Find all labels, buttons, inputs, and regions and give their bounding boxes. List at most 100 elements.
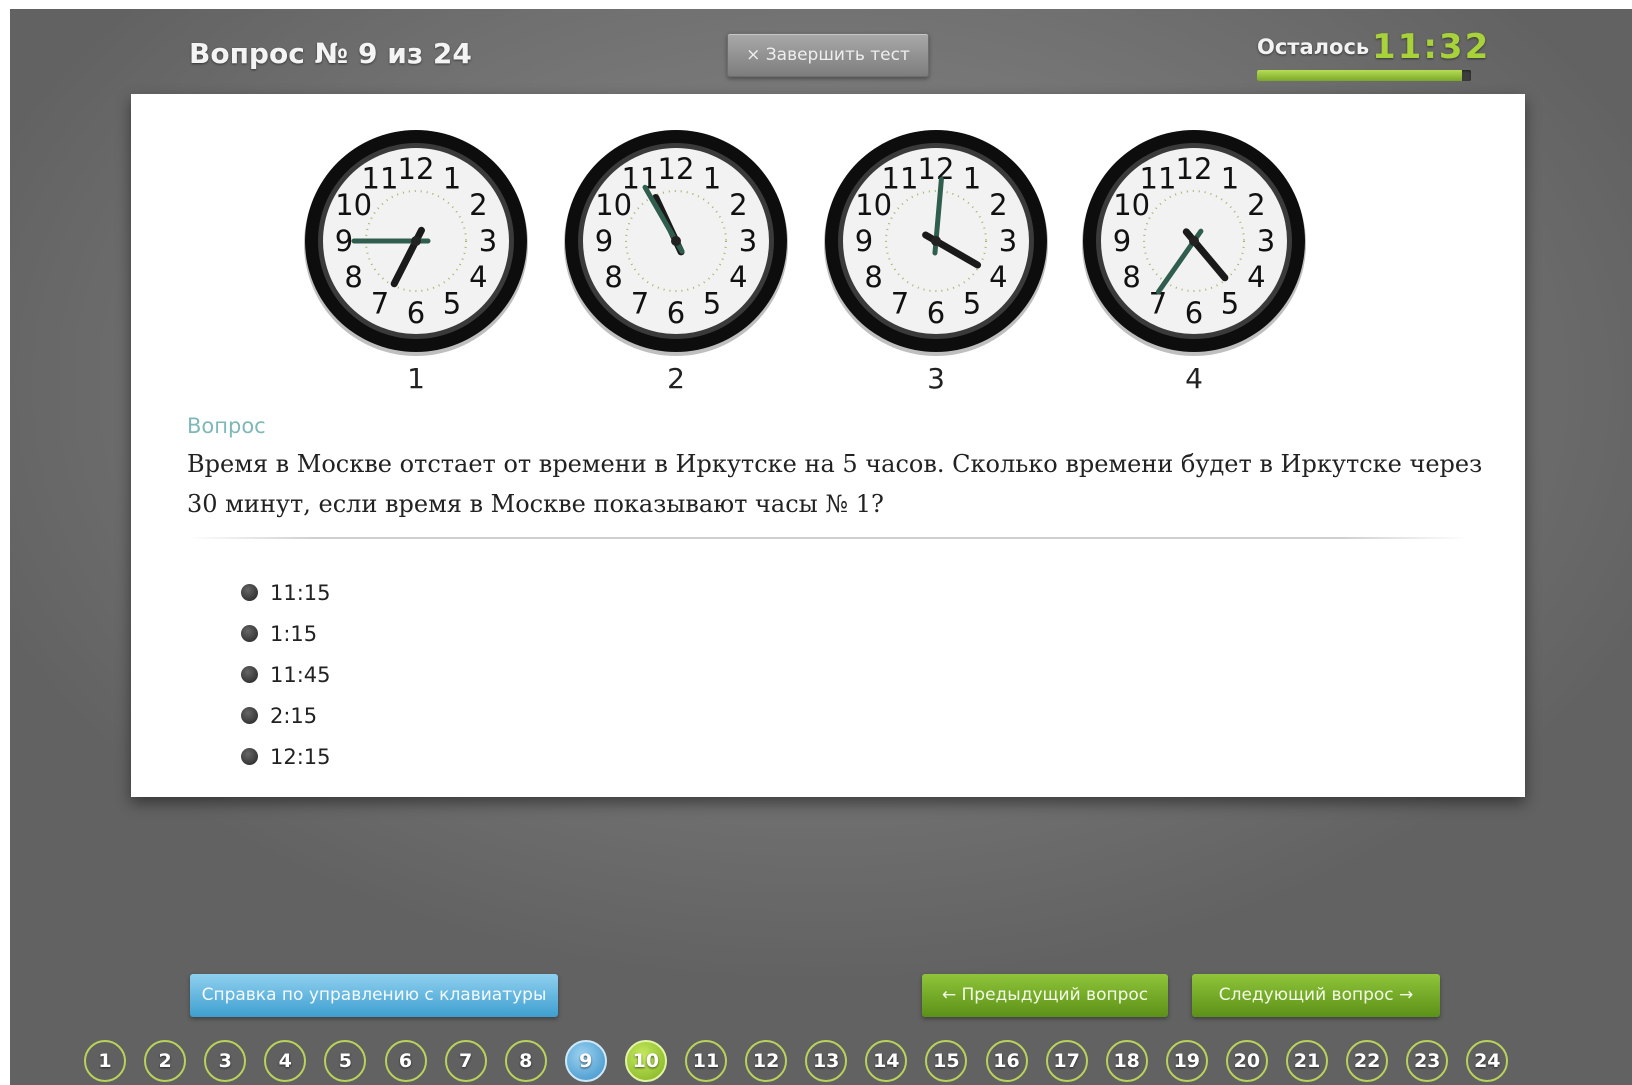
page-12-button[interactable]: 12: [745, 1040, 788, 1082]
clock-number-label: 2: [667, 362, 685, 395]
divider: [187, 537, 1469, 539]
clock-numeral: 6: [667, 296, 685, 330]
keyboard-help-button[interactable]: Справка по управлению с клавиатуры: [190, 974, 558, 1017]
radio-button[interactable]: [241, 707, 258, 724]
clock-numeral: 5: [963, 286, 981, 320]
clock-numeral: 5: [1221, 286, 1239, 320]
clock-numeral: 8: [864, 260, 882, 294]
answer-option[interactable]: 11:15: [241, 572, 331, 613]
page-18-button[interactable]: 18: [1105, 1040, 1148, 1082]
clock-numeral: 7: [891, 286, 909, 320]
radio-button[interactable]: [241, 748, 258, 765]
page-14-button[interactable]: 14: [865, 1040, 908, 1082]
time-left-label: Осталось: [1257, 35, 1370, 59]
question-counter: Вопрос № 9 из 24: [189, 37, 472, 70]
clock-numeral: 2: [989, 188, 1007, 222]
page-5-button[interactable]: 5: [324, 1040, 367, 1082]
question-card: 12 1 2 3 4 5 6 7 8 9 10 11 1 12 1 2 3 4 5 6 7 8 9 10 11 2 12 1 2 3 4 5 6…: [131, 94, 1525, 797]
page-2-button[interactable]: 2: [144, 1040, 187, 1082]
clock-2: 12 1 2 3 4 5 6 7 8 9 10 11 2: [561, 126, 791, 395]
clock-numeral: 1: [703, 162, 721, 196]
page-4-button[interactable]: 4: [264, 1040, 307, 1082]
answer-text: 11:45: [270, 662, 331, 687]
clock-numeral: 11: [362, 162, 399, 196]
clock-numeral: 8: [1122, 260, 1140, 294]
clock-3: 12 1 2 3 4 5 6 7 8 9 10 11 3: [821, 126, 1051, 395]
clock-numeral: 9: [1113, 224, 1131, 258]
clock-numeral: 4: [729, 260, 747, 294]
clock-numeral: 2: [729, 188, 747, 222]
clock-numeral: 4: [469, 260, 487, 294]
previous-question-button[interactable]: ← Предыдущий вопрос: [922, 974, 1168, 1017]
answer-text: 2:15: [270, 703, 318, 728]
clock-numeral: 11: [1140, 162, 1177, 196]
page-15-button[interactable]: 15: [925, 1040, 968, 1082]
clock-numeral: 12: [658, 152, 695, 186]
clock-numeral: 1: [1221, 162, 1239, 196]
finish-test-button[interactable]: × Завершить тест: [727, 33, 929, 77]
clock-icon: 12 1234567891011: [304, 130, 528, 356]
page-3-button[interactable]: 3: [204, 1040, 247, 1082]
clock-numeral: 7: [631, 286, 649, 320]
clock-numeral: 9: [335, 224, 353, 258]
page-13-button[interactable]: 13: [805, 1040, 848, 1082]
answer-option[interactable]: 2:15: [241, 695, 331, 736]
question-pagination: 1 2 3 4 5 6 7 8 9 10 11 12 13 14 15 16 17 18 19 20 21 22 23 24: [10, 1040, 1632, 1085]
next-question-button[interactable]: Следующий вопрос →: [1192, 974, 1440, 1017]
clock-numeral: 1: [443, 162, 461, 196]
clock-numeral: 3: [479, 224, 497, 258]
answer-text: 12:15: [270, 744, 331, 769]
clock-numeral: 2: [469, 188, 487, 222]
clock-numeral: 2: [1247, 188, 1265, 222]
clock-numeral: 12: [398, 152, 435, 186]
clock-numeral: 8: [344, 260, 362, 294]
page-24-button[interactable]: 24: [1466, 1040, 1509, 1082]
page-20-button[interactable]: 20: [1225, 1040, 1268, 1082]
question-label: Вопрос: [187, 414, 266, 438]
page-1-button[interactable]: 1: [84, 1040, 126, 1082]
page-8-button[interactable]: 8: [504, 1040, 547, 1082]
answer-text: 11:15: [270, 580, 331, 605]
page-19-button[interactable]: 19: [1165, 1040, 1208, 1082]
timer-progress-bar: [1257, 70, 1471, 81]
page-17-button[interactable]: 17: [1045, 1040, 1088, 1082]
answer-text: 1:15: [270, 621, 318, 646]
time-left-value: 11:32: [1372, 27, 1491, 67]
question-text: Время в Москве отстает от времени в Ирку…: [187, 450, 1483, 518]
clock-number-label: 3: [927, 362, 945, 395]
page-10-button[interactable]: 10: [624, 1040, 667, 1082]
clock-numeral: 6: [1185, 296, 1203, 330]
clock-numeral: 9: [855, 224, 873, 258]
page-23-button[interactable]: 23: [1406, 1040, 1449, 1082]
clock-numeral: 5: [443, 286, 461, 320]
page-22-button[interactable]: 22: [1346, 1040, 1389, 1082]
clock-number-label: 4: [1185, 362, 1203, 395]
clock-numeral: 1: [963, 162, 981, 196]
clock-numeral: 12: [918, 152, 955, 186]
clock-numeral: 3: [739, 224, 757, 258]
page-6-button[interactable]: 6: [384, 1040, 427, 1082]
clock-numeral: 4: [989, 260, 1007, 294]
radio-button[interactable]: [241, 666, 258, 683]
page-7-button[interactable]: 7: [444, 1040, 487, 1082]
clock-numeral: 3: [999, 224, 1017, 258]
clock-numeral: 11: [882, 162, 919, 196]
clock-numeral: 4: [1247, 260, 1265, 294]
answer-option[interactable]: 12:15: [241, 736, 331, 777]
clock-numeral: 12: [1176, 152, 1213, 186]
clock-numeral: 3: [1257, 224, 1275, 258]
clock-icon: 12 1234567891011: [824, 130, 1048, 356]
answer-option[interactable]: 11:45: [241, 654, 331, 695]
clock-numeral: 8: [604, 260, 622, 294]
page-21-button[interactable]: 21: [1286, 1040, 1328, 1082]
answer-option[interactable]: 1:15: [241, 613, 331, 654]
answer-list: 11:15 1:15 11:45 2:15 12:15: [241, 572, 331, 777]
radio-button[interactable]: [241, 584, 258, 601]
clock-icon: 12 1234567891011: [564, 130, 788, 356]
page-16-button[interactable]: 16: [985, 1040, 1028, 1082]
page-11-button[interactable]: 11: [685, 1040, 727, 1082]
clock-number-label: 1: [407, 362, 425, 395]
clock-numeral: 7: [371, 286, 389, 320]
page-9-button[interactable]: 9: [564, 1040, 607, 1082]
radio-button[interactable]: [241, 625, 258, 642]
